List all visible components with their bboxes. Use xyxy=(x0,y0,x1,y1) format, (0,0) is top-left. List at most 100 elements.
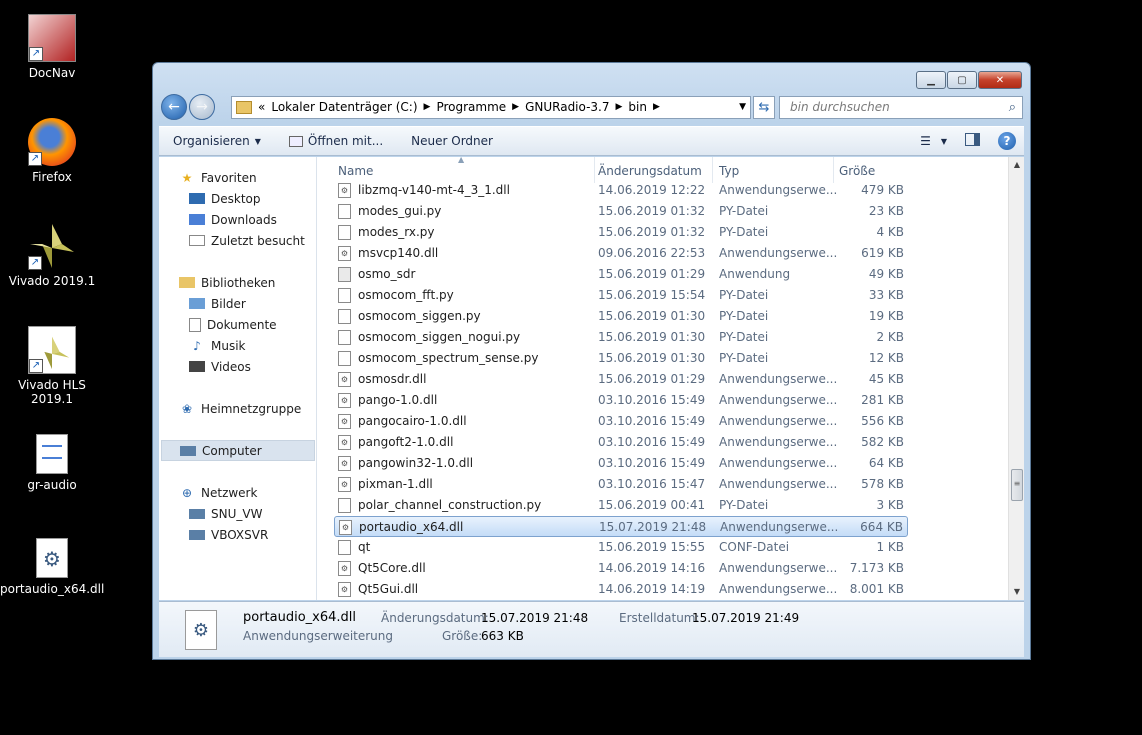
file-row[interactable]: msvcp140.dll 09.06.2016 22:53 Anwendungser… xyxy=(334,243,908,264)
preview-pane-button[interactable] xyxy=(965,133,980,149)
desktop-icon-firefox[interactable]: ↗ Firefox xyxy=(0,118,104,184)
file-row[interactable]: portaudio_x64.dll 15.07.2019 21:48 Anwendu… xyxy=(334,516,908,537)
nav-network[interactable]: ⊕ Netzwerk xyxy=(179,482,316,503)
breadcrumb-bin[interactable]: bin ▶ xyxy=(628,100,659,114)
scroll-up-arrow-icon[interactable]: ▲ xyxy=(1009,157,1025,173)
file-date: 15.06.2019 01:29 xyxy=(598,372,706,386)
file-name: Qt5Core.dll xyxy=(358,561,426,575)
file-row[interactable]: pangocairo-1.0.dll 03.10.2016 15:49 Anwend… xyxy=(334,411,908,432)
nav-computer[interactable]: Computer xyxy=(161,440,315,461)
desktop-icon-label: Firefox xyxy=(32,170,72,184)
file-row[interactable]: osmo_sdr 15.06.2019 01:29 Anwendung 49 KB xyxy=(334,264,908,285)
refresh-button[interactable]: ⇆ xyxy=(753,95,775,119)
file-type: PY-Datei xyxy=(719,330,769,344)
desktop-icon-vivado[interactable]: ↗ Vivado 2019.1 xyxy=(0,222,104,288)
file-row[interactable]: modes_rx.py 15.06.2019 01:32 PY-Datei 4 KB xyxy=(334,222,908,243)
file-row[interactable]: modes_gui.py 15.06.2019 01:32 PY-Datei 23 K… xyxy=(334,201,908,222)
new-folder-button[interactable]: Neuer Ordner xyxy=(397,134,507,148)
desktop-icon-vivado-hls[interactable]: ↗ Vivado HLS 2019.1 xyxy=(0,326,104,406)
nav-label: Musik xyxy=(211,338,246,353)
organize-button[interactable]: Organisieren ▼ xyxy=(159,134,275,148)
file-row[interactable]: osmocom_spectrum_sense.py 15.06.2019 01:3… xyxy=(334,348,908,369)
nav-music[interactable]: ♪ Musik xyxy=(189,335,316,356)
column-size[interactable]: Größe xyxy=(839,164,875,178)
file-date: 03.10.2016 15:49 xyxy=(598,456,706,470)
nav-documents[interactable]: Dokumente xyxy=(189,314,316,335)
desktop-icon-portaudio[interactable]: ⚙ portaudio_x64.dll xyxy=(0,538,104,596)
desktop-icon-docnav[interactable]: ↗ DocNav xyxy=(0,14,104,80)
file-icon xyxy=(338,309,351,324)
scrollbar-thumb[interactable]: ≡ xyxy=(1011,469,1023,501)
column-date[interactable]: Änderungsdatum xyxy=(598,164,702,178)
nav-libraries[interactable]: Bibliotheken xyxy=(179,272,316,293)
help-button[interactable]: ? xyxy=(998,132,1016,150)
nav-desktop[interactable]: Desktop xyxy=(189,188,316,209)
breadcrumb-label: GNURadio-3.7 xyxy=(525,100,610,114)
nav-downloads[interactable]: Downloads xyxy=(189,209,316,230)
file-name: qt xyxy=(358,540,371,554)
file-date: 15.07.2019 21:48 xyxy=(599,520,707,534)
breadcrumb-gnuradio[interactable]: GNURadio-3.7 ▶ xyxy=(525,100,622,114)
breadcrumb-drive[interactable]: Lokaler Datenträger (C:) ▶ xyxy=(271,100,430,114)
address-bar[interactable]: « Lokaler Datenträger (C:) ▶ Programme ▶ G… xyxy=(231,95,751,119)
vertical-scrollbar[interactable]: ▲ ≡ ▼ xyxy=(1008,157,1024,600)
file-row[interactable]: osmocom_siggen.py 15.06.2019 01:30 PY-Date… xyxy=(334,306,908,327)
nav-favorites[interactable]: ★ Favoriten xyxy=(179,167,316,188)
star-icon: ★ xyxy=(181,170,193,185)
file-size: 3 KB xyxy=(876,498,904,512)
chevron-right-icon[interactable]: ▶ xyxy=(653,102,660,112)
computer-icon xyxy=(189,508,205,519)
nav-label: SNU_VW xyxy=(211,506,263,521)
close-button[interactable]: ✕ xyxy=(978,71,1022,89)
nav-pictures[interactable]: Bilder xyxy=(189,293,316,314)
chevron-right-icon[interactable]: ▶ xyxy=(512,102,519,112)
breadcrumb-programme[interactable]: Programme ▶ xyxy=(436,100,519,114)
file-row[interactable]: pixman-1.dll 03.10.2016 15:47 Anwendungser… xyxy=(334,474,908,495)
nav-label: Desktop xyxy=(211,191,261,206)
scroll-down-arrow-icon[interactable]: ▼ xyxy=(1009,584,1025,600)
file-row[interactable]: pango-1.0.dll 03.10.2016 15:49 Anwendungse… xyxy=(334,390,908,411)
nav-videos[interactable]: Videos xyxy=(189,356,316,377)
shortcut-arrow-icon: ↗ xyxy=(28,152,42,166)
file-row[interactable]: polar_channel_construction.py 15.06.2019 … xyxy=(334,495,908,516)
column-type[interactable]: Typ xyxy=(719,164,739,178)
back-button[interactable]: ← xyxy=(161,94,187,120)
desktop-icon-gr-audio[interactable]: gr-audio xyxy=(0,434,104,492)
file-icon xyxy=(338,288,351,303)
file-row[interactable]: osmosdr.dll 15.06.2019 01:29 Anwendungserw… xyxy=(334,369,908,390)
file-date: 15.06.2019 15:55 xyxy=(598,540,706,554)
nav-recent[interactable]: Zuletzt besucht xyxy=(189,230,316,251)
file-row[interactable]: Qt5Gui.dll 14.06.2019 14:19 Anwendungserwe… xyxy=(334,579,908,600)
application-icon xyxy=(338,267,351,282)
file-row[interactable]: qt 15.06.2019 15:55 CONF-Datei 1 KB xyxy=(334,537,908,558)
open-with-button[interactable]: Öffnen mit... xyxy=(275,134,397,148)
file-row[interactable]: osmocom_fft.py 15.06.2019 15:54 PY-Datei 33… xyxy=(334,285,908,306)
file-name: osmosdr.dll xyxy=(358,372,427,386)
minimize-button[interactable]: ▁ xyxy=(916,71,946,89)
file-row[interactable]: libzmq-v140-mt-4_3_1.dll 14.06.2019 12:22… xyxy=(334,180,908,201)
view-options-button[interactable]: ☰ ▼ xyxy=(920,134,947,148)
chevron-down-icon[interactable]: ▼ xyxy=(739,102,746,112)
file-row[interactable]: Qt5Core.dll 14.06.2019 14:16 Anwendungserw… xyxy=(334,558,908,579)
maximize-button[interactable]: ▢ xyxy=(947,71,977,89)
file-type: PY-Datei xyxy=(719,309,769,323)
file-row[interactable]: pangowin32-1.0.dll 03.10.2016 15:49 Anwend… xyxy=(334,453,908,474)
column-label: Größe xyxy=(839,164,876,178)
file-row[interactable]: pangoft2-1.0.dll 03.10.2016 15:49 Anwendun… xyxy=(334,432,908,453)
chevron-right-icon[interactable]: ▶ xyxy=(424,102,431,112)
file-name: modes_gui.py xyxy=(358,204,442,218)
nav-homegroup[interactable]: ❀ Heimnetzgruppe xyxy=(179,398,316,419)
search-input[interactable]: bin durchsuchen ⌕ xyxy=(779,95,1023,119)
file-row[interactable]: osmocom_siggen_nogui.py 15.06.2019 01:30 P… xyxy=(334,327,908,348)
file-size: 664 KB xyxy=(860,520,903,534)
dll-file-icon xyxy=(338,372,351,387)
column-name[interactable]: Name xyxy=(338,164,373,178)
nav-network-vboxsvr[interactable]: VBOXSVR xyxy=(189,524,316,545)
breadcrumb-overflow[interactable]: « xyxy=(258,100,265,114)
chevron-right-icon[interactable]: ▶ xyxy=(616,102,623,112)
file-size: 12 KB xyxy=(868,351,904,365)
search-icon[interactable]: ⌕ xyxy=(1009,100,1016,115)
forward-button[interactable]: → xyxy=(189,94,215,120)
dll-icon: ⚙ xyxy=(36,538,68,578)
nav-network-snu-vw[interactable]: SNU_VW xyxy=(189,503,316,524)
